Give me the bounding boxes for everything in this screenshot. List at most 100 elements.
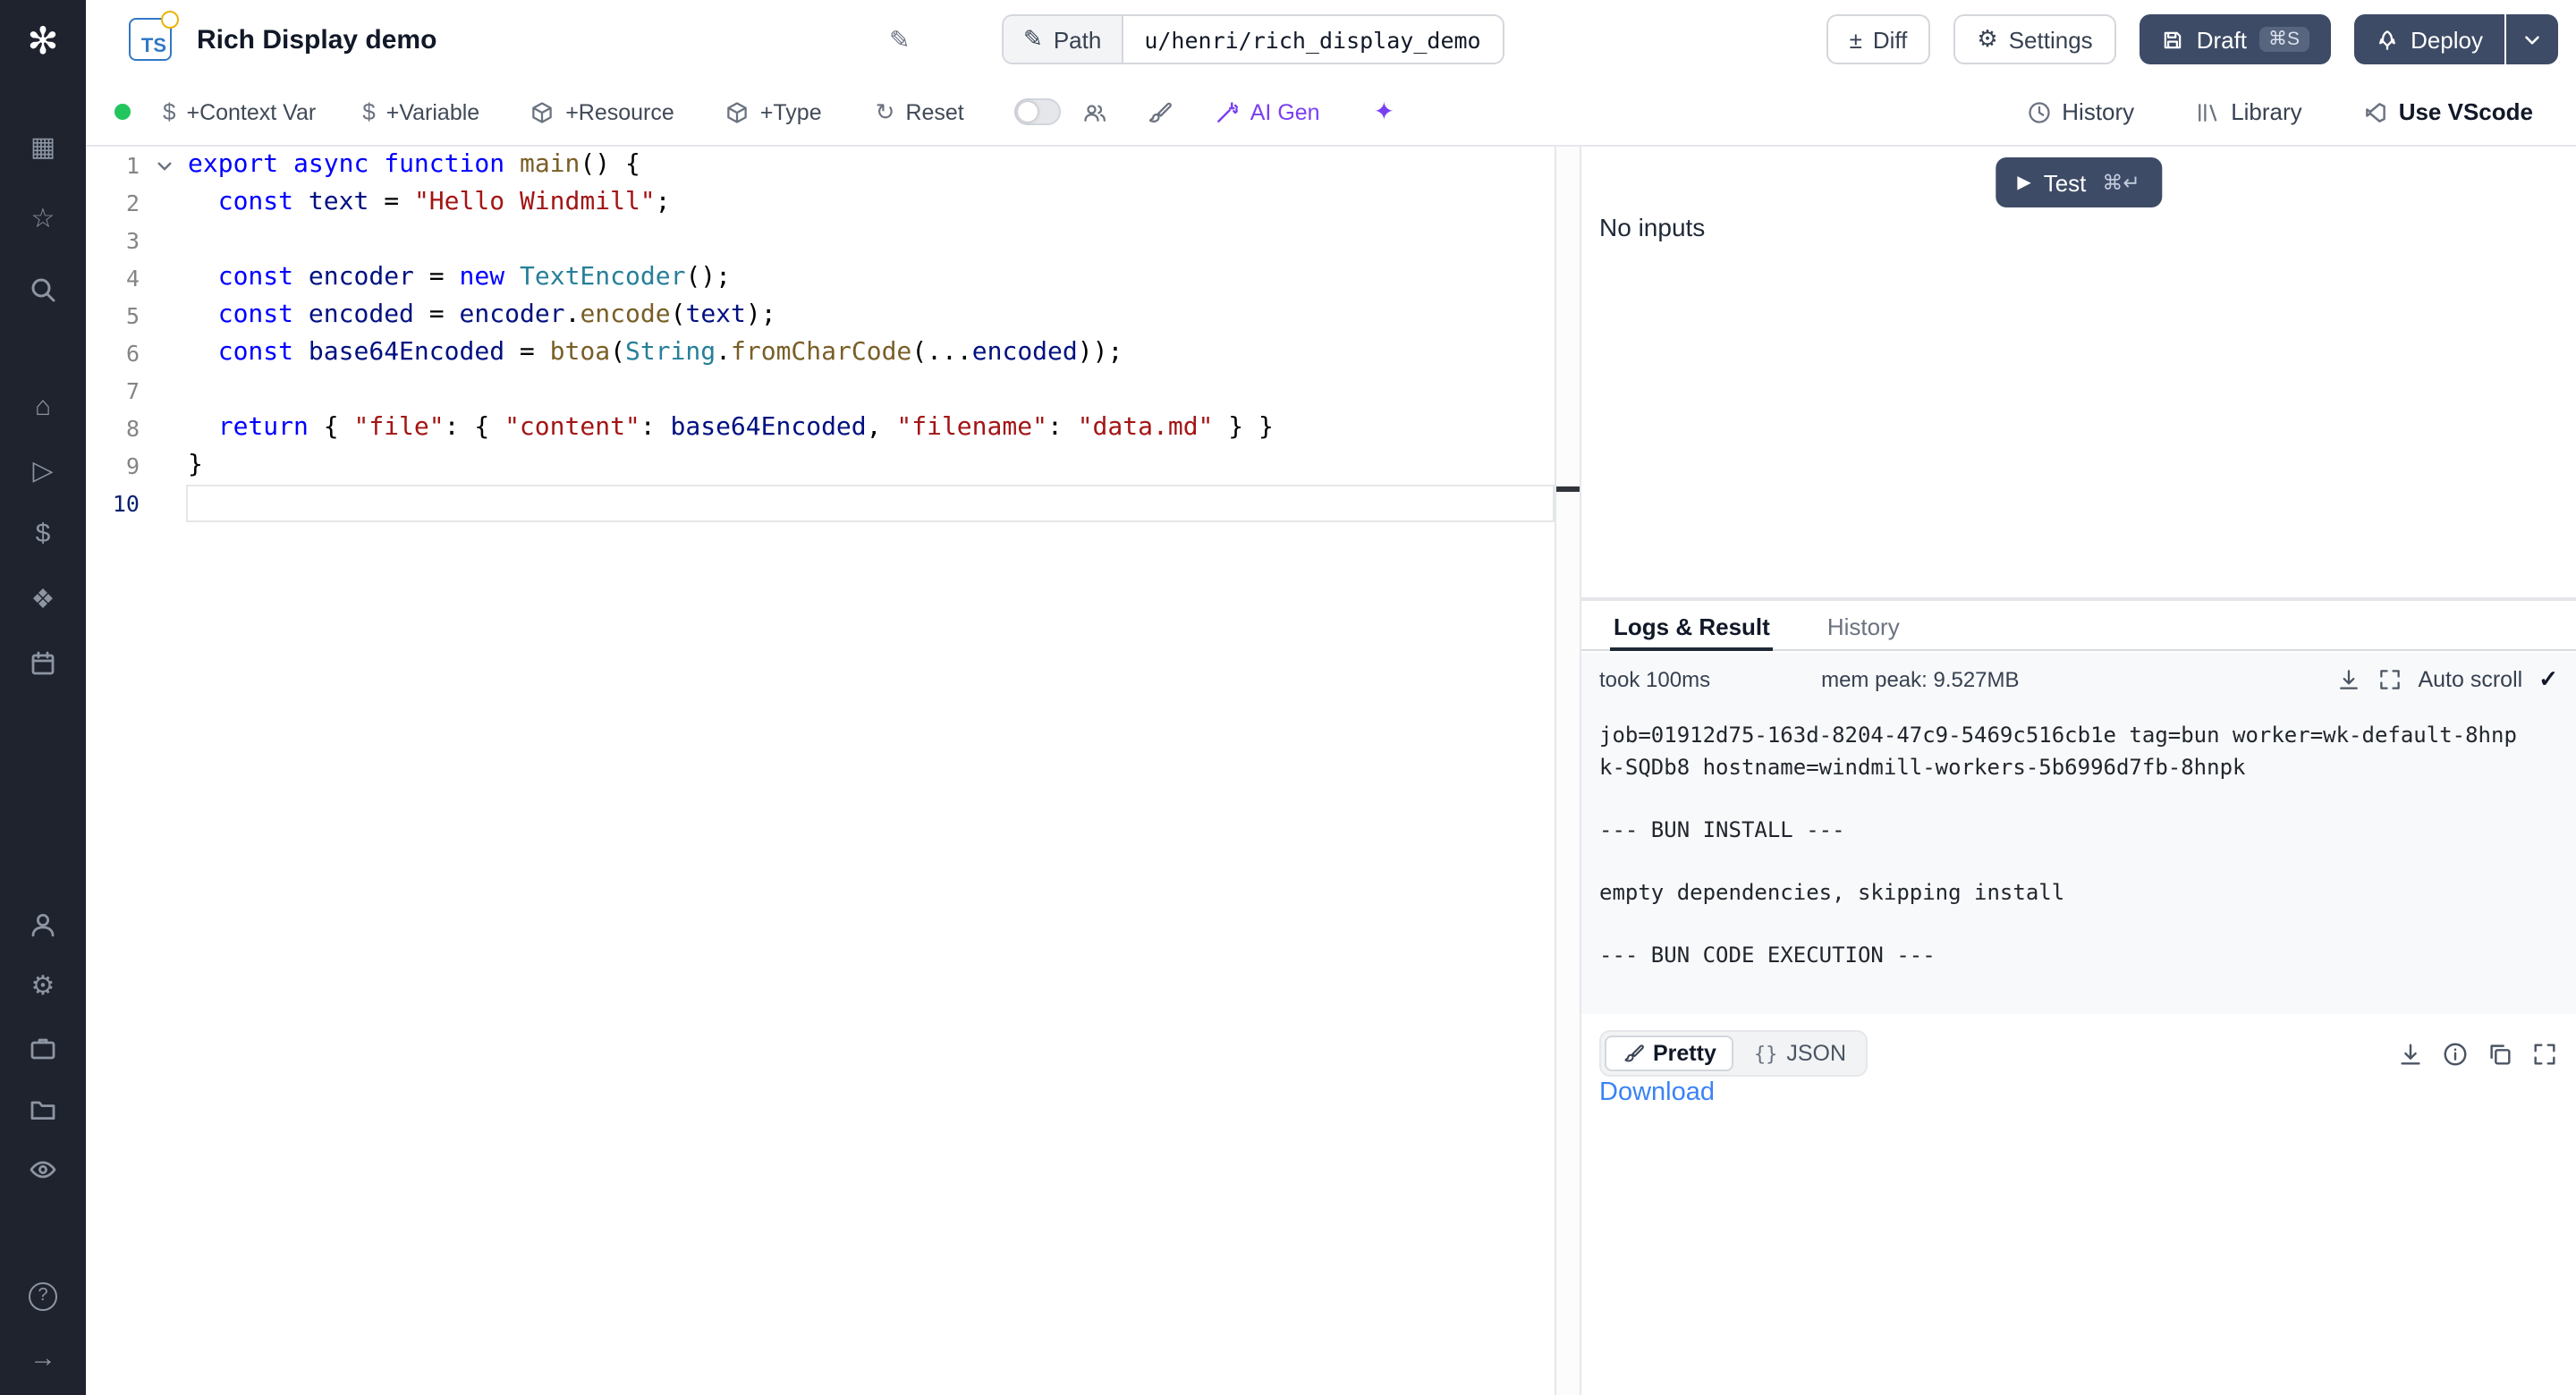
diff-label: Diff xyxy=(1873,26,1908,53)
horizontal-resize-handle[interactable] xyxy=(1581,597,2576,601)
rocket-icon xyxy=(2375,28,2398,51)
home-icon[interactable]: ⌂ xyxy=(0,388,86,424)
deploy-button[interactable]: Deploy xyxy=(2353,14,2504,64)
cubes-icon[interactable]: ❖ xyxy=(0,581,86,617)
folder-icon[interactable] xyxy=(0,1091,86,1127)
line-number: 6 xyxy=(86,334,140,372)
mem-peak-text: mem peak: 9.527MB xyxy=(1821,667,2019,692)
code-line[interactable]: 9} xyxy=(86,447,1555,485)
header-actions: ± Diff ⚙ Settings Draft ⌘S Deploy xyxy=(1826,14,2558,64)
code-line[interactable]: 2 const text = "Hello Windmill"; xyxy=(86,184,1555,222)
dollar-icon: $ xyxy=(163,98,175,125)
gear-icon[interactable]: ⚙ xyxy=(0,968,86,1003)
draft-button[interactable]: Draft ⌘S xyxy=(2140,14,2330,64)
panel-resize-handle[interactable] xyxy=(1555,147,1581,1395)
tab-logs-result[interactable]: Logs & Result xyxy=(1610,603,1774,649)
reset-label: Reset xyxy=(905,99,963,124)
help-icon[interactable]: ? xyxy=(0,1279,86,1315)
diff-button[interactable]: ± Diff xyxy=(1826,14,1931,64)
add-resource-button[interactable]: +Resource xyxy=(530,99,674,124)
arrow-right-icon[interactable]: → xyxy=(0,1340,86,1375)
code-line[interactable]: 7 xyxy=(86,372,1555,410)
history-button[interactable]: History xyxy=(2026,98,2134,125)
deploy-more-button[interactable] xyxy=(2506,14,2558,64)
users-button[interactable] xyxy=(1082,99,1107,124)
tab-history[interactable]: History xyxy=(1824,603,1903,649)
library-label: Library xyxy=(2231,98,2302,125)
add-type-button[interactable]: +Type xyxy=(724,99,822,124)
auto-scroll-label[interactable]: Auto scroll xyxy=(2418,667,2522,692)
use-vscode-button[interactable]: Use VScode xyxy=(2363,98,2533,125)
logs-tabs: Logs & Result History xyxy=(1581,603,2576,651)
code-text: const encoder = new TextEncoder(); xyxy=(188,259,731,297)
line-number: 9 xyxy=(86,447,140,485)
search-icon[interactable] xyxy=(0,272,86,308)
line-number: 1 xyxy=(86,147,140,184)
code-line[interactable]: 5 const encoded = encoder.encode(text); xyxy=(86,297,1555,334)
info-icon[interactable] xyxy=(2442,1040,2469,1067)
grid-icon[interactable]: ▦ xyxy=(0,129,86,165)
line-number: 8 xyxy=(86,410,140,447)
package-icon xyxy=(724,99,750,124)
briefcase-icon[interactable] xyxy=(0,1030,86,1066)
download-result-icon[interactable] xyxy=(2397,1040,2424,1067)
test-shortcut: ⌘↵ xyxy=(2102,170,2140,195)
dollar-icon[interactable]: $ xyxy=(0,515,86,551)
add-variable-button[interactable]: $ +Variable xyxy=(362,98,479,125)
code-editor[interactable]: 1export async function main() {2 const t… xyxy=(86,147,1555,1395)
eye-icon[interactable] xyxy=(0,1152,86,1188)
draft-label: Draft xyxy=(2197,26,2247,53)
format-button[interactable] xyxy=(1147,99,1172,124)
gutter-space xyxy=(140,334,188,372)
sparkles-icon[interactable]: ✦ xyxy=(1374,97,1394,127)
code-line[interactable]: 1export async function main() { xyxy=(86,147,1555,184)
pretty-tab[interactable]: Pretty xyxy=(1605,1036,1734,1071)
expand-result-icon[interactable] xyxy=(2531,1040,2558,1067)
log-output: job=01912d75-163d-8204-47c9-5469c516cb1e… xyxy=(1581,706,2558,985)
code-line[interactable]: 6 const base64Encoded = btoa(String.from… xyxy=(86,334,1555,372)
download-link[interactable]: Download xyxy=(1599,1078,1715,1107)
code-text: return { "file": { "content": base64Enco… xyxy=(188,410,1274,447)
brush-icon xyxy=(1147,99,1172,124)
reset-button[interactable]: ↻ Reset xyxy=(876,97,964,126)
download-logs-icon[interactable] xyxy=(2335,667,2360,692)
copy-icon[interactable] xyxy=(2487,1040,2513,1067)
settings-label: Settings xyxy=(2009,26,2093,53)
result-toolbar: Pretty {} JSON xyxy=(1599,1030,2558,1077)
draft-status-dot-icon xyxy=(161,11,179,29)
json-tab[interactable]: {} JSON xyxy=(1738,1037,1862,1070)
code-line[interactable]: 8 return { "file": { "content": base64En… xyxy=(86,410,1555,447)
chevron-down-icon xyxy=(2521,28,2544,51)
expand-logs-icon[interactable] xyxy=(2377,667,2402,692)
calendar-icon[interactable] xyxy=(0,646,86,681)
status-dot-icon xyxy=(114,104,131,120)
code-text: const base64Encoded = btoa(String.fromCh… xyxy=(188,334,1123,372)
play-icon: ▶ xyxy=(2017,173,2030,192)
path-button[interactable]: ✎ Path xyxy=(1004,16,1123,63)
gear-icon: ⚙ xyxy=(1977,25,1997,54)
app: ✻ ▦ ☆ ⌂ ▷ $ ❖ ⚙? → TS Rich Display demo ✎ ✎ Path… xyxy=(0,0,2576,1395)
settings-button[interactable]: ⚙ Settings xyxy=(1953,14,2115,64)
check-icon[interactable]: ✓ xyxy=(2538,665,2558,694)
add-type-label: +Type xyxy=(760,99,822,124)
ai-gen-button[interactable]: AI Gen xyxy=(1215,99,1320,124)
star-icon[interactable]: ☆ xyxy=(0,200,86,236)
test-button[interactable]: ▶ Test ⌘↵ xyxy=(1996,157,2161,207)
add-context-var-button[interactable]: $ +Context Var xyxy=(163,98,316,125)
code-line[interactable]: 10 xyxy=(86,485,1555,522)
save-icon xyxy=(2161,28,2184,51)
line-number: 3 xyxy=(86,222,140,259)
library-button[interactable]: Library xyxy=(2195,98,2302,125)
play-icon[interactable]: ▷ xyxy=(0,452,86,488)
editor-lines: 1export async function main() {2 const t… xyxy=(86,147,1555,522)
windmill-logo-icon[interactable]: ✻ xyxy=(0,23,86,59)
user-icon[interactable] xyxy=(0,907,86,943)
edit-summary-button[interactable]: ✎ xyxy=(889,0,910,79)
collab-toggle[interactable] xyxy=(1014,98,1061,125)
code-line[interactable]: 3 xyxy=(86,222,1555,259)
fold-chevron-icon[interactable] xyxy=(140,147,188,184)
path-input[interactable]: u/henri/rich_display_demo xyxy=(1123,16,1502,63)
header: TS Rich Display demo ✎ ✎ Path u/henri/ri… xyxy=(86,0,2576,79)
page-title: Rich Display demo xyxy=(197,0,436,79)
code-line[interactable]: 4 const encoder = new TextEncoder(); xyxy=(86,259,1555,297)
